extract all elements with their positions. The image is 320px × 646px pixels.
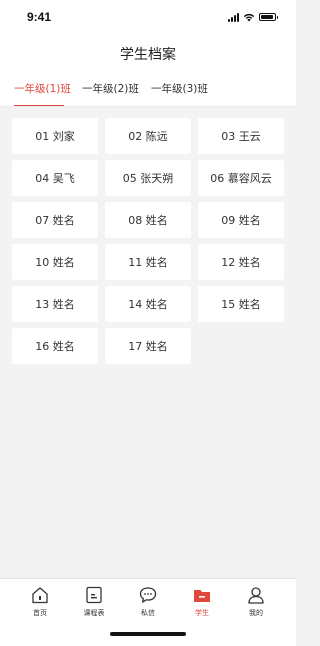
signal-bars-icon xyxy=(228,12,239,22)
status-time: 9:41 xyxy=(27,10,52,24)
student-card[interactable]: 17 姓名 xyxy=(105,328,191,364)
status-bar: 9:41 xyxy=(0,0,296,34)
message-icon xyxy=(139,587,157,603)
schedule-icon xyxy=(86,586,102,604)
tabbar-label: 课程表 xyxy=(83,609,105,617)
status-icons xyxy=(228,12,278,22)
page-title: 学生档案 xyxy=(120,47,176,63)
tab-class-2[interactable]: 一年级(2)班 xyxy=(82,81,139,96)
student-card[interactable]: 03 王云 xyxy=(198,118,284,154)
tab-class-3[interactable]: 一年级(3)班 xyxy=(151,81,208,96)
tab-class-1[interactable]: 一年级(1)班 xyxy=(14,81,71,96)
student-card[interactable]: 06 慕容风云 xyxy=(198,160,284,196)
tabbar-item-students[interactable]: 学生 xyxy=(182,585,222,618)
tabbar-label: 首页 xyxy=(33,609,47,617)
tabbar-item-home[interactable]: 首页 xyxy=(20,585,60,618)
tabbar-label: 学生 xyxy=(195,609,209,617)
class-tabs: 一年级(1)班 一年级(2)班 一年级(3)班 xyxy=(0,72,296,107)
student-card[interactable]: 07 姓名 xyxy=(12,202,98,238)
tabbar-item-schedule[interactable]: 课程表 xyxy=(74,585,114,618)
wifi-icon xyxy=(243,13,255,21)
student-card[interactable]: 09 姓名 xyxy=(198,202,284,238)
tabbar-item-messages[interactable]: 私信 xyxy=(128,585,168,618)
tabbar-item-profile[interactable]: 我的 xyxy=(236,585,276,618)
folder-icon xyxy=(194,590,210,602)
student-card[interactable]: 02 陈远 xyxy=(105,118,191,154)
student-card[interactable]: 08 姓名 xyxy=(105,202,191,238)
student-grid: 01 刘家 02 陈远 03 王云 04 吴飞 05 张天朔 06 慕容风云 0… xyxy=(12,118,286,364)
nav-bar: 学生档案 xyxy=(0,34,296,72)
home-icon xyxy=(32,587,48,604)
student-card[interactable]: 05 张天朔 xyxy=(105,160,191,196)
active-tab-indicator xyxy=(14,105,64,106)
student-card[interactable]: 13 姓名 xyxy=(12,286,98,322)
student-card[interactable]: 01 刘家 xyxy=(12,118,98,154)
student-card[interactable]: 04 吴飞 xyxy=(12,160,98,196)
student-card[interactable]: 12 姓名 xyxy=(198,244,284,280)
tabbar-label: 私信 xyxy=(141,609,155,617)
student-card[interactable]: 14 姓名 xyxy=(105,286,191,322)
profile-icon xyxy=(248,587,264,604)
student-card[interactable]: 16 姓名 xyxy=(12,328,98,364)
student-card[interactable]: 10 姓名 xyxy=(12,244,98,280)
battery-icon xyxy=(259,13,278,21)
tabbar-label: 我的 xyxy=(249,609,263,617)
home-indicator xyxy=(110,632,186,636)
student-card[interactable]: 15 姓名 xyxy=(198,286,284,322)
student-card[interactable]: 11 姓名 xyxy=(105,244,191,280)
